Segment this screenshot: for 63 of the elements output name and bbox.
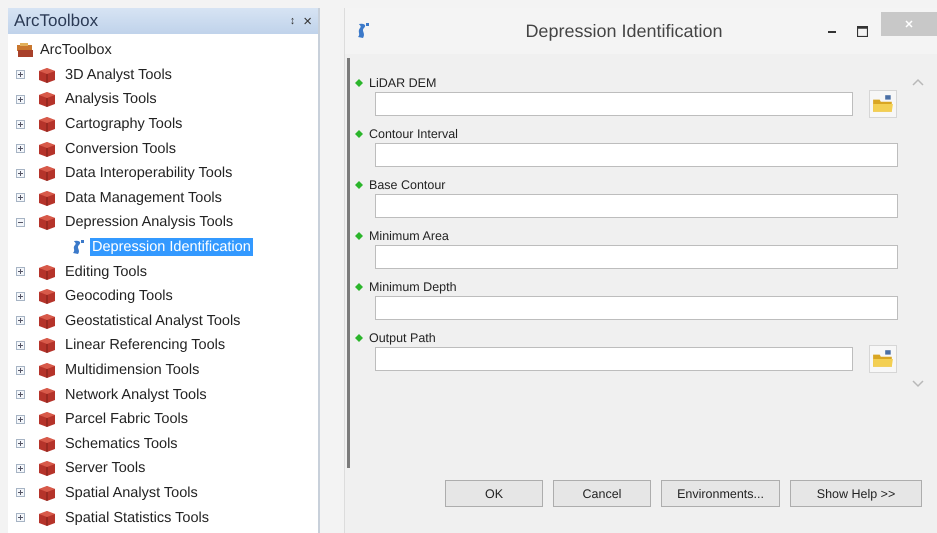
field-label: Contour Interval xyxy=(369,126,458,140)
dialog-button[interactable]: Cancel xyxy=(553,480,651,507)
tree-item[interactable]: Server Tools xyxy=(63,459,148,478)
input-field[interactable] xyxy=(375,296,898,320)
toolbox-icon xyxy=(37,140,57,158)
tree-item[interactable]: Spatial Analyst Tools xyxy=(63,484,200,502)
browse-button[interactable] xyxy=(869,90,897,118)
field-label: Minimum Area xyxy=(369,228,449,242)
tree-item[interactable]: Cartography Tools xyxy=(63,115,184,134)
dialog-button[interactable]: Show Help >> xyxy=(790,480,922,507)
script-tool-icon xyxy=(70,239,86,256)
toolbox-icon xyxy=(37,262,57,281)
tree-item[interactable]: Data Interoperability Tools xyxy=(63,164,234,182)
input-field[interactable] xyxy=(375,92,853,116)
toolbox-icon xyxy=(37,459,57,478)
browse-button[interactable] xyxy=(869,345,897,373)
toolbox-icon xyxy=(37,434,57,453)
tree-item[interactable]: Depression Analysis Tools xyxy=(63,213,236,232)
tree-item[interactable]: Schematics Tools xyxy=(63,434,180,453)
script-tool-icon xyxy=(355,22,371,40)
toolbox-icon xyxy=(37,90,57,108)
window-title: Depression Identification xyxy=(524,20,724,42)
tree-item[interactable]: Parcel Fabric Tools xyxy=(63,410,190,428)
toolbox-icon xyxy=(37,508,57,527)
tree-item[interactable]: Editing Tools xyxy=(63,262,149,281)
toolbox-icon xyxy=(37,188,57,207)
field-label: Minimum Depth xyxy=(369,280,457,294)
toolbox-icon xyxy=(37,484,57,502)
tree-item[interactable]: Network Analyst Tools xyxy=(63,386,209,404)
tree-item[interactable]: Multidimension Tools xyxy=(63,361,202,380)
input-field[interactable] xyxy=(375,143,898,167)
tree-item[interactable]: ArcToolbox xyxy=(38,41,114,60)
toolbox-icon xyxy=(37,213,57,232)
toolbox-icon xyxy=(37,410,57,428)
maximize-icon[interactable] xyxy=(856,26,868,36)
tree-item[interactable]: Spatial Statistics Tools xyxy=(63,508,211,527)
toolbox-icon xyxy=(37,336,57,354)
toolbox-icon xyxy=(37,312,57,330)
toolbox-icon xyxy=(37,115,57,134)
tree-item[interactable]: Analysis Tools xyxy=(63,90,159,108)
field-label: LiDAR DEM xyxy=(369,76,436,90)
field-label: Base Contour xyxy=(369,178,446,192)
tree-item[interactable]: Geocoding Tools xyxy=(63,287,175,306)
toolbox-icon xyxy=(37,361,57,380)
tree-item[interactable]: Conversion Tools xyxy=(63,140,178,158)
dialog-button[interactable]: Environments... xyxy=(661,480,780,507)
toolbox-icon xyxy=(37,386,57,404)
tree-item[interactable]: Geostatistical Analyst Tools xyxy=(63,312,242,330)
pin-button[interactable]: ↕ xyxy=(290,15,296,27)
input-field[interactable] xyxy=(375,347,853,371)
input-field[interactable] xyxy=(375,245,898,269)
toolbox-stack-icon xyxy=(16,42,34,58)
toolbox-icon xyxy=(37,287,57,306)
tree-item[interactable]: Data Management Tools xyxy=(63,188,224,207)
tree-item[interactable]: 3D Analyst Tools xyxy=(63,66,174,84)
field-label: Output Path xyxy=(369,330,436,344)
toolbox-icon xyxy=(37,164,57,182)
panel-title: ArcToolbox xyxy=(14,11,100,31)
input-field[interactable] xyxy=(375,194,898,218)
tree-item[interactable]: Linear Referencing Tools xyxy=(63,336,228,354)
dialog-button[interactable]: OK xyxy=(445,480,543,507)
toolbox-icon xyxy=(37,66,57,84)
close-button[interactable]: × xyxy=(303,12,312,30)
